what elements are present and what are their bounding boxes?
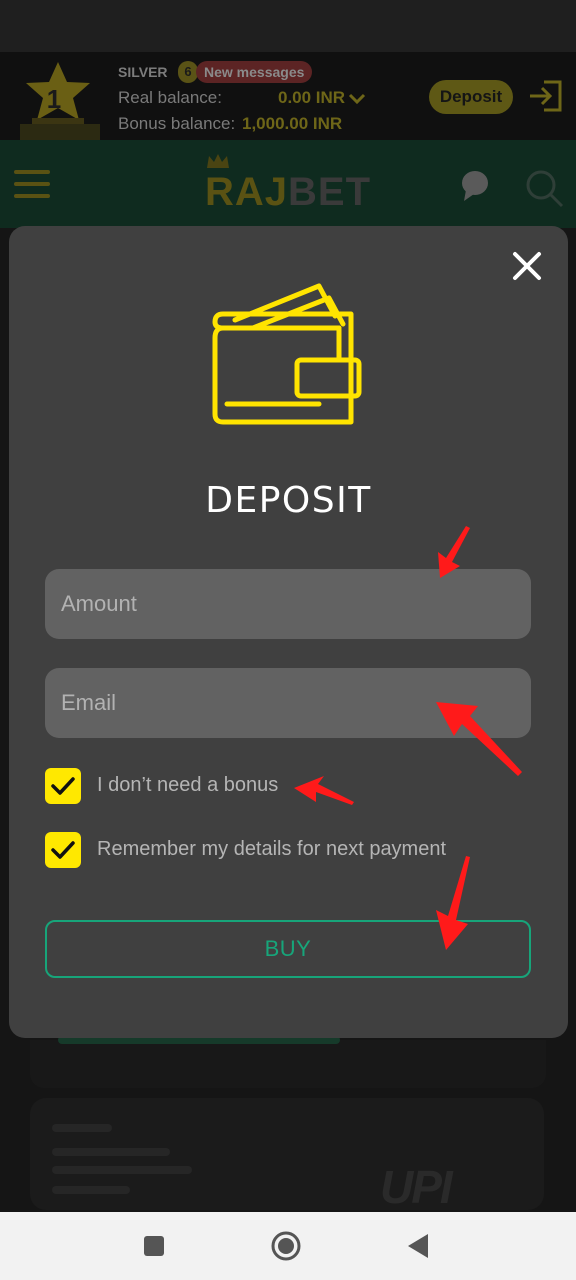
- trophy-icon: 1: [20, 62, 100, 140]
- annotation-arrow: [436, 856, 470, 950]
- back-nav-icon[interactable]: [402, 1230, 434, 1262]
- real-balance-label: Real balance:: [118, 88, 222, 107]
- android-nav-bar: [0, 1212, 576, 1280]
- checkmark-icon: [51, 841, 75, 859]
- annotation-arrow: [294, 776, 354, 805]
- status-bar: [0, 0, 576, 52]
- bg-text-line: [52, 1166, 192, 1174]
- bg-text-line: [52, 1148, 170, 1156]
- site-header: RAJBET: [0, 140, 576, 228]
- menu-icon[interactable]: [14, 170, 50, 198]
- background-panel: [30, 1040, 546, 1088]
- logo-bet: BET: [288, 170, 372, 214]
- checkmark-icon: [51, 777, 75, 795]
- modal-title: DEPOSIT: [205, 480, 372, 521]
- login-icon[interactable]: [528, 78, 564, 114]
- no-bonus-checkbox[interactable]: [45, 768, 81, 804]
- square-nav-icon[interactable]: [138, 1230, 170, 1262]
- bonus-balance-value: 1,000.00 INR: [242, 114, 343, 133]
- account-bar: 1 SILVER 6 New messages Real balance: 0.…: [0, 52, 576, 140]
- remember-details-label: Remember my details for next payment: [97, 838, 447, 860]
- message-count-badge[interactable]: 6: [178, 61, 198, 83]
- close-icon[interactable]: [509, 248, 545, 284]
- annotation-arrow: [438, 526, 470, 578]
- logo-raj: RAJ: [205, 170, 289, 214]
- new-messages-badge[interactable]: New messages: [196, 61, 313, 83]
- site-logo[interactable]: RAJBET: [205, 170, 371, 215]
- crown-icon: [207, 154, 229, 168]
- account-level: SILVER: [118, 64, 168, 80]
- bg-text-line: [52, 1186, 130, 1194]
- deposit-button[interactable]: Deposit: [429, 80, 513, 114]
- home-nav-icon[interactable]: [270, 1230, 302, 1262]
- chevron-down-icon[interactable]: [348, 92, 366, 106]
- no-bonus-label: I don’t need a bonus: [97, 774, 279, 796]
- remember-details-checkbox[interactable]: [45, 832, 81, 868]
- wallet-icon: [212, 283, 362, 425]
- level-number: 1: [47, 84, 61, 114]
- search-icon[interactable]: [524, 168, 564, 208]
- background-payment-card: [30, 1098, 544, 1210]
- deposit-modal: DEPOSIT I don’t need a bonus Remember my…: [9, 226, 568, 1038]
- bg-text-line: [52, 1124, 112, 1132]
- chat-icon[interactable]: [460, 170, 490, 202]
- upi-logo: UPI: [380, 1161, 453, 1213]
- real-balance-value[interactable]: 0.00 INR: [278, 88, 345, 108]
- bonus-balance-label: Bonus balance:: [118, 114, 236, 133]
- annotation-arrow: [436, 702, 522, 776]
